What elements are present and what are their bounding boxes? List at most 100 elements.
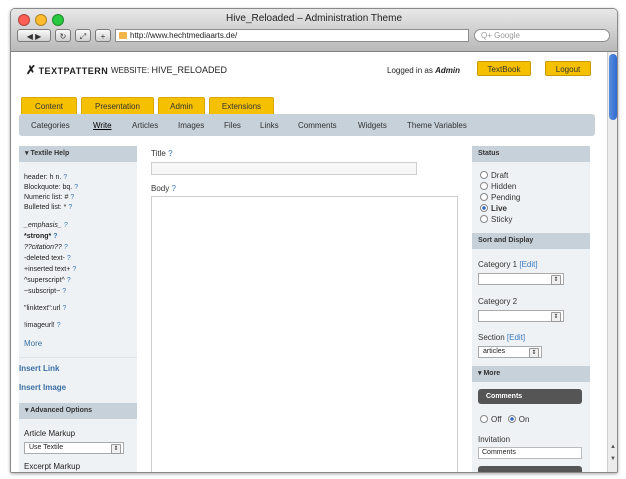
sort-display-header[interactable]: Sort and Display [472, 233, 590, 249]
comments-button[interactable]: Comments [478, 389, 582, 404]
scroll-up-arrow-icon[interactable]: ▲ [609, 444, 617, 450]
insert-link[interactable]: Insert Link [19, 364, 59, 373]
help-link[interactable]: ? [64, 244, 68, 251]
section-value: articles [483, 348, 506, 355]
help-line: ^superscript^? [24, 277, 71, 284]
help-link[interactable]: ? [62, 288, 66, 295]
category1-edit-link[interactable]: [Edit] [519, 260, 537, 269]
comments-on-label: On [518, 415, 530, 424]
subnav-widgets[interactable]: Widgets [358, 121, 387, 130]
title-input[interactable] [151, 162, 417, 175]
category1-select[interactable]: ⇕ [478, 273, 564, 285]
logged-in-text: Logged in as [387, 66, 433, 75]
more-title: More [483, 370, 501, 377]
scroll-down-arrow-icon[interactable]: ▼ [609, 456, 617, 462]
subnav-comments[interactable]: Comments [298, 121, 337, 130]
category2-select[interactable]: ⇕ [478, 310, 564, 322]
body-textarea[interactable] [151, 196, 458, 472]
textbook-button[interactable]: TextBook [477, 61, 531, 76]
next-dark-button[interactable] [478, 466, 582, 472]
invitation-label: Invitation [478, 435, 511, 444]
tab-extensions[interactable]: Extensions [209, 97, 274, 114]
help-line: "linktext":url? [24, 305, 67, 312]
sub-navigation: Categories Write Articles Images Files L… [19, 114, 595, 136]
help-link[interactable]: ? [53, 233, 57, 240]
search-placeholder: Q+ Google [481, 31, 520, 40]
help-link[interactable]: ? [62, 305, 66, 312]
search-field[interactable]: Q+ Google [474, 29, 610, 42]
advanced-options-header[interactable]: ▾ Advanced Options [19, 403, 137, 419]
help-link[interactable]: ? [68, 204, 72, 211]
triangle-down-icon: ▾ [25, 407, 29, 414]
back-forward-buttons[interactable]: ◀ ▶ [17, 29, 51, 42]
help-link[interactable]: ? [64, 222, 68, 229]
help-link[interactable]: ? [63, 174, 67, 181]
body-help-link[interactable]: ? [171, 184, 175, 193]
browser-window: Hive_Reloaded – Administration Theme ◀ ▶… [10, 8, 618, 473]
subnav-categories[interactable]: Categories [31, 121, 70, 130]
logo-text: TEXTPATTERN [38, 66, 109, 76]
body-label: Body ? [151, 184, 176, 193]
status-draft[interactable]: Draft [480, 171, 508, 180]
select-arrows-icon: ⇕ [111, 444, 121, 454]
excerpt-markup-label: Excerpt Markup [24, 462, 81, 471]
resize-icon[interactable]: ⤢ [75, 29, 91, 42]
subnav-images[interactable]: Images [178, 121, 204, 130]
tab-admin[interactable]: Admin [158, 97, 205, 114]
category2-label: Category 2 [478, 297, 518, 306]
scrollbar-thumb[interactable] [609, 54, 617, 120]
help-line: ~subscript~? [24, 288, 67, 295]
website-label: WEBSITE: [111, 66, 150, 75]
status-sticky[interactable]: Sticky [480, 215, 512, 224]
help-link[interactable]: ? [67, 277, 71, 284]
more-header[interactable]: ▾ More [472, 366, 590, 382]
title-help-link[interactable]: ? [168, 149, 172, 158]
textile-help-header[interactable]: ▾ Textile Help [19, 146, 137, 162]
subnav-write[interactable]: Write [93, 121, 112, 130]
status-header[interactable]: Status [472, 146, 590, 162]
section-label: Section [Edit] [478, 333, 526, 342]
insert-image[interactable]: Insert Image [19, 383, 66, 392]
help-line: header: h n.? [24, 174, 68, 181]
status-live[interactable]: Live [480, 204, 507, 213]
logout-button[interactable]: Logout [545, 61, 591, 76]
comments-on-radio[interactable] [507, 415, 516, 423]
username: Admin [435, 66, 460, 75]
select-arrows-icon: ⇕ [551, 275, 561, 285]
vertical-scrollbar[interactable]: ▲ ▼ [607, 52, 617, 472]
invitation-input[interactable]: Comments [478, 447, 582, 459]
help-link[interactable]: ? [67, 255, 71, 262]
article-markup-value: Use Textile [29, 444, 64, 451]
status-pending[interactable]: Pending [480, 193, 520, 202]
reload-icon[interactable]: ↻ [55, 29, 71, 42]
select-arrows-icon: ⇕ [529, 348, 539, 358]
article-markup-select[interactable]: Use Textile ⇕ [24, 442, 124, 454]
title-label: Title ? [151, 149, 173, 158]
help-link[interactable]: ? [74, 184, 78, 191]
tab-presentation[interactable]: Presentation [81, 97, 154, 114]
page-content: ✗ TEXTPATTERN WEBSITE: HIVE_RELOADED Logg… [11, 52, 607, 472]
help-more-link[interactable]: More [24, 339, 42, 348]
subnav-theme-variables[interactable]: Theme Variables [407, 121, 467, 130]
select-arrows-icon: ⇕ [551, 312, 561, 322]
comments-off-radio[interactable] [480, 415, 488, 423]
status-hidden[interactable]: Hidden [480, 182, 516, 191]
folder-favicon-icon [119, 32, 127, 39]
website-info: WEBSITE: HIVE_RELOADED [111, 65, 227, 75]
help-link[interactable]: ? [70, 194, 74, 201]
help-link[interactable]: ? [72, 266, 76, 273]
tab-content[interactable]: Content [21, 97, 77, 114]
logged-in-status: Logged in as Admin [387, 66, 460, 75]
subnav-links[interactable]: Links [260, 121, 279, 130]
subnav-files[interactable]: Files [224, 121, 241, 130]
address-bar[interactable]: http://www.hechtmediaarts.de/ [115, 29, 469, 42]
section-edit-link[interactable]: [Edit] [507, 333, 525, 342]
help-link[interactable]: ? [57, 322, 61, 329]
triangle-down-icon: ▾ [478, 370, 482, 377]
section-select[interactable]: articles ⇕ [478, 346, 542, 358]
subnav-articles[interactable]: Articles [132, 121, 158, 130]
comments-toggle: Off On [480, 415, 529, 424]
right-sidebar: Status Draft Hidden Pending Live Sticky … [472, 146, 590, 472]
add-bookmark-icon[interactable]: + [95, 29, 111, 42]
help-line: -deleted text-? [24, 255, 71, 262]
